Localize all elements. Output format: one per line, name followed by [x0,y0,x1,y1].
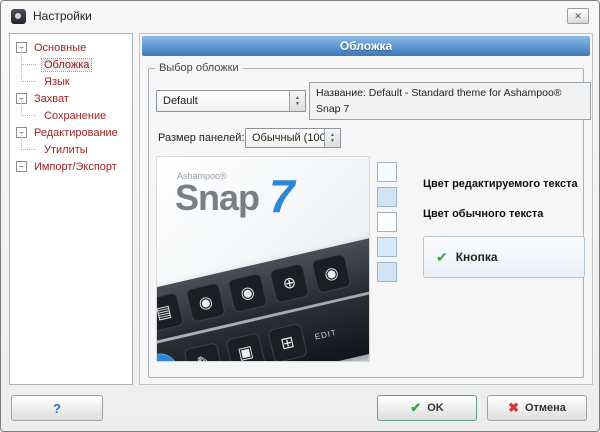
spin-down-icon: ▼ [330,139,335,144]
title-bar: Настройки ✕ [1,1,599,31]
theme-preview: Ashampoo® Snap 7 ▤ ◉ ◉ ⊕ ◉ ◷ ✎ ▣ ⊞ [156,156,370,362]
timer-icon: ◷ [156,350,183,362]
sample-button-label: Кнопка [456,250,498,264]
camera-icon: ◉ [227,273,268,314]
brand-logo: Snap 7 [175,177,295,223]
theme-select-value: Default [157,95,289,107]
close-icon: ✕ [574,12,582,21]
app-icon [11,9,26,24]
color-swatch [377,187,397,207]
theme-info: Название: Default - Standard theme for A… [309,82,591,120]
tree-item-label: Редактирование [32,127,120,139]
panel-size-label: Размер панелей: [158,132,245,144]
groupbox-title: Выбор обложки [155,62,243,74]
web-capture-icon: ⊕ [269,263,310,304]
pen-icon: ✎ [183,342,224,362]
brand-snap-label: Snap [175,177,259,219]
spinner[interactable]: ▲ ▼ [324,129,340,147]
content-panel: Обложка Выбор обложки Default ▲ ▼ Назван… [139,33,593,385]
camera-icon: ◉ [311,253,352,294]
tree-item-label: Утилиты [42,144,90,156]
settings-window: Настройки ✕ − Основные Обложка Язык − За… [0,0,600,432]
panel-size-value: Обычный (100% [246,132,324,144]
spin-up-icon: ▲ [295,96,300,101]
help-button[interactable]: ? [11,395,103,421]
ok-button-label: OK [427,402,444,414]
theme-info-name: Название: Default - Standard theme for A… [316,86,584,118]
collapse-icon[interactable]: − [16,161,27,172]
settings-tree: − Основные Обложка Язык − Захват Сохране… [9,33,133,385]
page-title: Обложка [142,36,590,56]
theme-info-author: Автор: Handcrafted by Sebastian Strzelec… [316,118,584,121]
close-button[interactable]: ✕ [567,8,589,24]
ok-check-icon: ✔ [410,400,421,416]
camera-icon: ◉ [185,282,226,323]
tree-item-label: Основные [32,42,88,54]
panel-size-select[interactable]: Обычный (100% ▲ ▼ [245,128,341,148]
tree-item-yazyk[interactable]: Язык [12,73,130,90]
panel-icon: ▣ [225,332,266,362]
theme-groupbox: Выбор обложки Default ▲ ▼ Название: Defa… [148,62,584,378]
tree-item-label: Сохранение [42,110,108,122]
cancel-button[interactable]: ✖ Отмена [487,395,587,421]
check-icon: ✔ [436,249,448,266]
tree-item-import-export[interactable]: − Импорт/Экспорт [12,158,130,175]
spinner[interactable]: ▲ ▼ [289,91,305,111]
film-icon: ▤ [156,292,184,333]
ok-button[interactable]: ✔ OK [377,395,477,421]
theme-select[interactable]: Default ▲ ▼ [156,90,306,112]
color-swatch [377,162,397,182]
brand-7-label: 7 [269,169,295,223]
cancel-cross-icon: ✖ [508,400,519,416]
tree-item-sokhranenie[interactable]: Сохранение [12,107,130,124]
spin-down-icon: ▼ [295,102,300,107]
sample-button[interactable]: ✔ Кнопка [423,236,585,278]
color-swatch [377,212,397,232]
edit-label: EDIT [314,327,338,341]
help-icon: ? [53,401,61,416]
spin-up-icon: ▲ [330,133,335,138]
color-swatch [377,237,397,257]
tree-item-label: Язык [42,76,72,88]
normal-text-color-label: Цвет обычного текста [423,208,543,220]
color-swatch [377,262,397,282]
cancel-button-label: Отмена [525,402,566,414]
grid-icon: ⊞ [267,323,308,362]
tree-item-label: Захват [32,93,71,105]
tree-item-label: Импорт/Экспорт [32,161,119,173]
window-title: Настройки [33,9,92,23]
tree-item-utility[interactable]: Утилиты [12,141,130,158]
tree-item-label: Обложка [42,59,91,71]
edit-text-color-label: Цвет редактируемого текста [423,178,578,190]
